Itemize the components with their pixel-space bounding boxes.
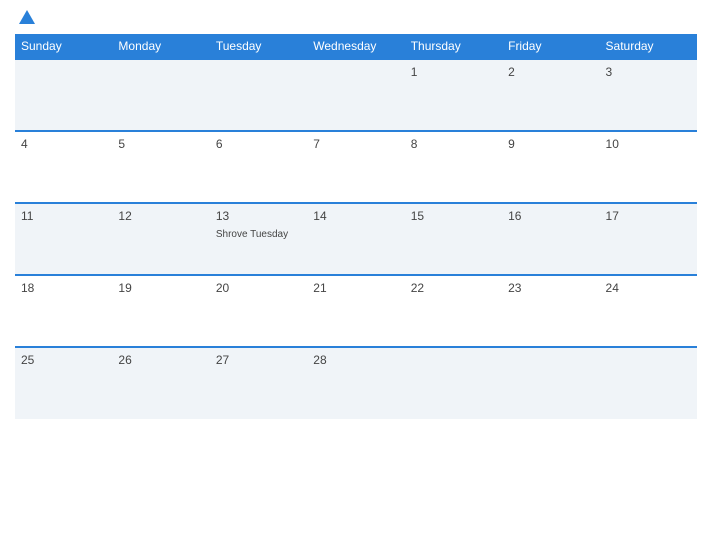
calendar-cell: 7 — [307, 131, 404, 203]
day-number: 12 — [118, 209, 203, 223]
day-number: 10 — [606, 137, 691, 151]
day-number: 23 — [508, 281, 593, 295]
day-number: 6 — [216, 137, 301, 151]
calendar-cell: 23 — [502, 275, 599, 347]
weekday-header-friday: Friday — [502, 34, 599, 59]
day-number: 24 — [606, 281, 691, 295]
day-number: 25 — [21, 353, 106, 367]
calendar-cell — [112, 59, 209, 131]
calendar-cell: 16 — [502, 203, 599, 275]
day-number: 7 — [313, 137, 398, 151]
day-number: 19 — [118, 281, 203, 295]
calendar-cell: 22 — [405, 275, 502, 347]
weekday-header-monday: Monday — [112, 34, 209, 59]
week-row-3: 11 12 13 Shrove Tuesday 14 15 16 17 — [15, 203, 697, 275]
calendar-cell: 8 — [405, 131, 502, 203]
calendar-cell — [15, 59, 112, 131]
calendar-cell: 9 — [502, 131, 599, 203]
day-number: 4 — [21, 137, 106, 151]
calendar-cell: 1 — [405, 59, 502, 131]
event-label: Shrove Tuesday — [216, 229, 288, 240]
day-number: 2 — [508, 65, 593, 79]
calendar-cell: 14 — [307, 203, 404, 275]
day-number: 22 — [411, 281, 496, 295]
day-number: 9 — [508, 137, 593, 151]
calendar-cell: 18 — [15, 275, 112, 347]
day-number: 21 — [313, 281, 398, 295]
calendar-cell: 17 — [600, 203, 697, 275]
calendar-cell — [405, 347, 502, 419]
weekday-header-wednesday: Wednesday — [307, 34, 404, 59]
day-number: 3 — [606, 65, 691, 79]
weekday-header-saturday: Saturday — [600, 34, 697, 59]
day-number: 16 — [508, 209, 593, 223]
calendar-cell: 26 — [112, 347, 209, 419]
calendar-cell: 19 — [112, 275, 209, 347]
calendar-cell: 24 — [600, 275, 697, 347]
calendar-cell: 4 — [15, 131, 112, 203]
weekday-header-sunday: Sunday — [15, 34, 112, 59]
logo — [15, 10, 35, 26]
day-number: 14 — [313, 209, 398, 223]
day-number: 26 — [118, 353, 203, 367]
calendar-table: SundayMondayTuesdayWednesdayThursdayFrid… — [15, 34, 697, 419]
day-number: 20 — [216, 281, 301, 295]
weekday-header-row: SundayMondayTuesdayWednesdayThursdayFrid… — [15, 34, 697, 59]
calendar-cell: 10 — [600, 131, 697, 203]
calendar-cell: 6 — [210, 131, 307, 203]
calendar-cell: 27 — [210, 347, 307, 419]
calendar-cell — [600, 347, 697, 419]
calendar-cell: 12 — [112, 203, 209, 275]
day-number: 13 — [216, 209, 301, 223]
calendar-cell: 25 — [15, 347, 112, 419]
weekday-header-thursday: Thursday — [405, 34, 502, 59]
day-number: 8 — [411, 137, 496, 151]
calendar-cell: 28 — [307, 347, 404, 419]
calendar-page: SundayMondayTuesdayWednesdayThursdayFrid… — [0, 0, 712, 550]
calendar-cell: 20 — [210, 275, 307, 347]
calendar-cell — [502, 347, 599, 419]
weekday-header-tuesday: Tuesday — [210, 34, 307, 59]
logo-triangle-icon — [19, 10, 35, 24]
day-number: 17 — [606, 209, 691, 223]
calendar-cell: 5 — [112, 131, 209, 203]
calendar-cell: 13 Shrove Tuesday — [210, 203, 307, 275]
calendar-cell: 3 — [600, 59, 697, 131]
day-number: 15 — [411, 209, 496, 223]
day-number: 1 — [411, 65, 496, 79]
calendar-cell — [307, 59, 404, 131]
day-number: 18 — [21, 281, 106, 295]
calendar-cell: 11 — [15, 203, 112, 275]
week-row-2: 456789 10 — [15, 131, 697, 203]
week-row-1: 123 — [15, 59, 697, 131]
day-number: 28 — [313, 353, 398, 367]
day-number: 11 — [21, 209, 106, 223]
calendar-header — [15, 10, 697, 26]
calendar-cell: 2 — [502, 59, 599, 131]
week-row-4: 18 19 20 21 22 23 24 — [15, 275, 697, 347]
week-row-5: 25 26 27 28 — [15, 347, 697, 419]
day-number: 5 — [118, 137, 203, 151]
calendar-cell: 15 — [405, 203, 502, 275]
day-number: 27 — [216, 353, 301, 367]
calendar-cell: 21 — [307, 275, 404, 347]
calendar-cell — [210, 59, 307, 131]
